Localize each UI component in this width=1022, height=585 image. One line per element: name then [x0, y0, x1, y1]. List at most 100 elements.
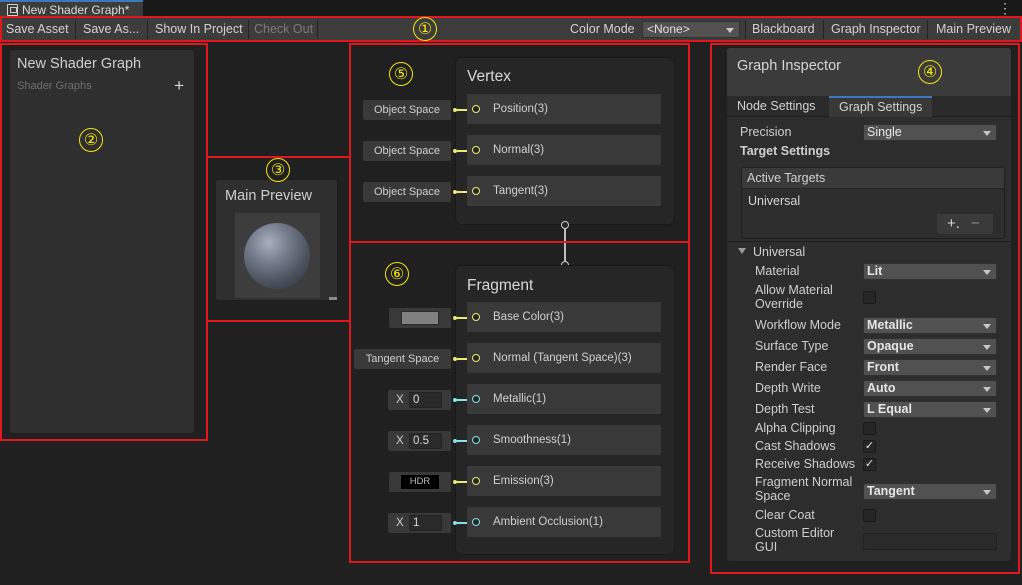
vertex-position-input[interactable]: Object Space	[363, 100, 451, 120]
port-slot-icon	[472, 518, 480, 526]
universal-section-foldout[interactable]: Universal	[727, 241, 1011, 261]
annotation-badge-3: ③	[266, 158, 290, 182]
depth-write-dropdown[interactable]: Auto	[863, 380, 997, 397]
remove-target-button[interactable]: −	[971, 214, 980, 233]
cast-shadows-checkbox[interactable]: ✓	[863, 440, 876, 453]
metallic-value-field[interactable]: 0	[409, 392, 442, 408]
receive-shadows-checkbox[interactable]: ✓	[863, 458, 876, 471]
base-color-input[interactable]	[389, 308, 451, 328]
save-as-button[interactable]: Save As...	[79, 20, 143, 39]
base-color-port[interactable]: Base Color(3)	[467, 302, 661, 332]
metallic-input[interactable]: X 0	[388, 390, 451, 410]
material-dropdown[interactable]: Lit	[863, 263, 997, 280]
target-settings-heading: Target Settings	[740, 144, 831, 158]
depth-test-dropdown[interactable]: L Equal	[863, 401, 997, 418]
tab-node-settings[interactable]: Node Settings	[727, 96, 826, 117]
workflow-mode-value: Metallic	[867, 318, 913, 332]
allow-material-override-checkbox[interactable]	[863, 291, 876, 304]
resize-handle[interactable]	[329, 297, 337, 300]
show-in-project-button[interactable]: Show In Project	[151, 20, 247, 39]
targets-footer: +. −	[937, 214, 993, 234]
chevron-down-icon	[983, 490, 991, 495]
fragment-normal-space-value: Tangent	[867, 484, 915, 498]
port-slot-icon	[472, 436, 480, 444]
main-preview-toggle-button[interactable]: Main Preview	[932, 20, 1015, 39]
vertex-normal-port[interactable]: Normal(3)	[467, 135, 661, 165]
render-face-value: Front	[867, 360, 899, 374]
vertex-tangent-port[interactable]: Tangent(3)	[467, 176, 661, 206]
color-swatch[interactable]	[401, 311, 439, 325]
graph-inspector-toggle-button[interactable]: Graph Inspector	[827, 20, 925, 39]
surface-type-dropdown[interactable]: Opaque	[863, 338, 997, 355]
blackboard-panel: New Shader Graph Shader Graphs +	[9, 49, 195, 434]
blackboard-toggle-button[interactable]: Blackboard	[748, 20, 819, 39]
precision-value: Single	[867, 125, 902, 139]
vertex-tangent-input[interactable]: Object Space	[363, 182, 451, 202]
alpha-clipping-checkbox[interactable]	[863, 422, 876, 435]
ambient-occlusion-label: Ambient Occlusion(1)	[493, 516, 603, 528]
ambient-occlusion-port[interactable]: Ambient Occlusion(1)	[467, 507, 661, 537]
preview-viewport[interactable]	[235, 213, 320, 298]
color-mode-label: Color Mode	[570, 22, 635, 36]
depth-test-value: L Equal	[867, 402, 912, 416]
normal-space-input[interactable]: Tangent Space	[354, 349, 451, 369]
graph-inspector-title: Graph Inspector	[737, 58, 841, 74]
clear-coat-checkbox[interactable]	[863, 509, 876, 522]
graph-inspector-header[interactable]: Graph Inspector	[727, 48, 1011, 96]
render-face-dropdown[interactable]: Front	[863, 359, 997, 376]
more-options-icon[interactable]: ⋮	[998, 1, 1012, 15]
tab-graph-settings[interactable]: Graph Settings	[829, 96, 933, 117]
port-slot-icon	[472, 187, 480, 195]
material-label: Material	[755, 264, 800, 278]
chevron-down-icon	[983, 408, 991, 413]
toolbar-separator	[823, 20, 824, 39]
fragment-normal-space-label: Fragment Normal Space	[755, 475, 853, 503]
surface-type-value: Opaque	[867, 339, 914, 353]
save-asset-button[interactable]: Save Asset	[2, 20, 73, 39]
color-mode-dropdown[interactable]: <None>	[642, 21, 740, 38]
add-target-button[interactable]: +.	[947, 214, 960, 233]
hdr-color-swatch[interactable]: HDR	[401, 475, 439, 489]
precision-dropdown[interactable]: Single	[863, 124, 997, 141]
vertex-normal-label: Normal(3)	[493, 144, 545, 156]
port-slot-icon	[472, 146, 480, 154]
smoothness-value-field[interactable]: 0.5	[409, 433, 442, 449]
vertex-normal-input[interactable]: Object Space	[363, 141, 451, 161]
color-mode-value: <None>	[647, 22, 690, 36]
render-face-label: Render Face	[755, 360, 828, 374]
depth-test-label: Depth Test	[755, 402, 815, 416]
vertex-block-title: Vertex	[467, 68, 511, 85]
smoothness-port[interactable]: Smoothness(1)	[467, 425, 661, 455]
alpha-clipping-label: Alpha Clipping	[755, 421, 836, 435]
depth-write-label: Depth Write	[755, 381, 821, 395]
foldout-arrow-icon	[738, 248, 746, 254]
chevron-down-icon	[726, 28, 734, 33]
fragment-block-title: Fragment	[467, 277, 534, 294]
document-tab[interactable]: New Shader Graph*	[0, 0, 143, 18]
add-property-button[interactable]: +	[174, 76, 184, 96]
normal-tangent-port[interactable]: Normal (Tangent Space)(3)	[467, 343, 661, 373]
receive-shadows-label: Receive Shadows	[755, 457, 856, 471]
target-item-universal[interactable]: Universal	[748, 194, 800, 208]
port-slot-icon	[472, 477, 480, 485]
vertex-position-port[interactable]: Position(3)	[467, 94, 661, 124]
ambient-occlusion-value-field[interactable]: 1	[409, 515, 442, 531]
clear-coat-label: Clear Coat	[755, 508, 815, 522]
emission-input[interactable]: HDR	[389, 472, 451, 492]
port-slot-icon	[472, 313, 480, 321]
workflow-mode-dropdown[interactable]: Metallic	[863, 317, 997, 334]
check-out-button[interactable]: Check Out	[250, 20, 317, 39]
emission-port[interactable]: Emission(3)	[467, 466, 661, 496]
main-preview-title: Main Preview	[225, 188, 313, 204]
custom-editor-gui-field[interactable]	[863, 533, 997, 550]
smoothness-input[interactable]: X 0.5	[388, 431, 451, 451]
fragment-normal-space-dropdown[interactable]: Tangent	[863, 483, 997, 500]
ambient-occlusion-input[interactable]: X 1	[388, 513, 451, 533]
port-slot-icon	[472, 354, 480, 362]
toolbar-separator	[75, 20, 76, 39]
active-targets-header: Active Targets	[742, 168, 1004, 189]
vertex-position-label: Position(3)	[493, 103, 548, 115]
graph-inspector-panel: Graph Inspector Node Settings Graph Sett…	[726, 47, 1012, 562]
toolbar-separator	[745, 20, 746, 39]
metallic-port[interactable]: Metallic(1)	[467, 384, 661, 414]
